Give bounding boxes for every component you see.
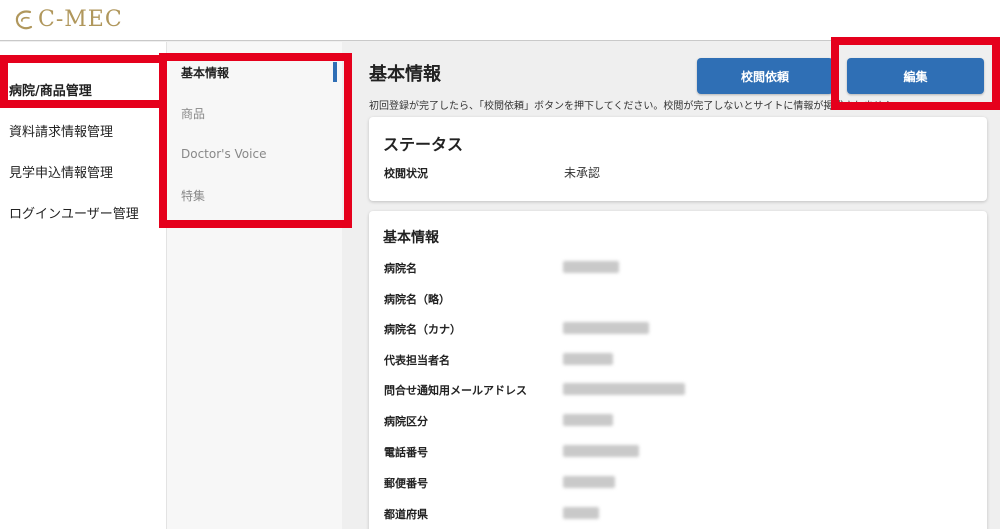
review-request-button[interactable]: 校閲依頼 [697, 58, 833, 94]
sidebar-item-document-requests[interactable]: 資料請求情報管理 [9, 121, 113, 140]
review-status-label: 校閲状況 [384, 167, 428, 180]
page-title: 基本情報 [369, 64, 441, 85]
basic-info-card: 基本情報 病院名 病院名（略） 病院名（カナ） 代表担当者名 問合せ通知用メール… [369, 211, 987, 529]
logo-mark-icon [14, 9, 34, 31]
logo-text: C-MEC [38, 7, 123, 32]
hospital-short-name-label: 病院名（略） [384, 293, 450, 306]
representative-name-label: 代表担当者名 [384, 354, 450, 367]
hospital-name-label: 病院名 [384, 262, 417, 275]
hospital-category-label: 病院区分 [384, 415, 428, 428]
postal-code-value-redacted [563, 476, 615, 488]
status-card-title: ステータス [383, 135, 464, 154]
postal-code-label: 郵便番号 [384, 477, 428, 490]
notification-email-label: 問合せ通知用メールアドレス [384, 384, 527, 397]
hospital-category-value-redacted [563, 414, 613, 426]
sidebar-item-visit-requests[interactable]: 見学申込情報管理 [9, 162, 113, 181]
highlight-box-sidebar-item [0, 55, 167, 108]
page-instruction-note: 初回登録が完了したら、「校閲依頼」ボタンを押下してください。校閲が完了しないとサ… [369, 101, 894, 112]
representative-name-value-redacted [563, 353, 613, 365]
logo[interactable]: C-MEC [14, 8, 123, 32]
highlight-box-subnav [159, 53, 352, 228]
review-status-value: 未承認 [564, 166, 601, 180]
phone-number-label: 電話番号 [384, 446, 428, 459]
prefecture-label: 都道府県 [384, 508, 428, 521]
sidebar: 病院/商品管理 資料請求情報管理 見学申込情報管理 ログインユーザー管理 [0, 42, 166, 529]
hospital-name-kana-value-redacted [563, 322, 649, 334]
sidebar-item-login-users[interactable]: ログインユーザー管理 [9, 203, 139, 222]
highlight-box-edit-button [831, 37, 1000, 110]
status-card: ステータス 校閲状況 未承認 [369, 117, 987, 201]
notification-email-value-redacted [563, 383, 685, 395]
phone-number-value-redacted [563, 445, 639, 457]
hospital-name-kana-label: 病院名（カナ） [384, 323, 461, 336]
basic-info-card-title: 基本情報 [383, 230, 439, 246]
hospital-name-value-redacted [563, 261, 619, 273]
prefecture-value-redacted [563, 507, 599, 519]
app-header: C-MEC [0, 0, 1000, 41]
